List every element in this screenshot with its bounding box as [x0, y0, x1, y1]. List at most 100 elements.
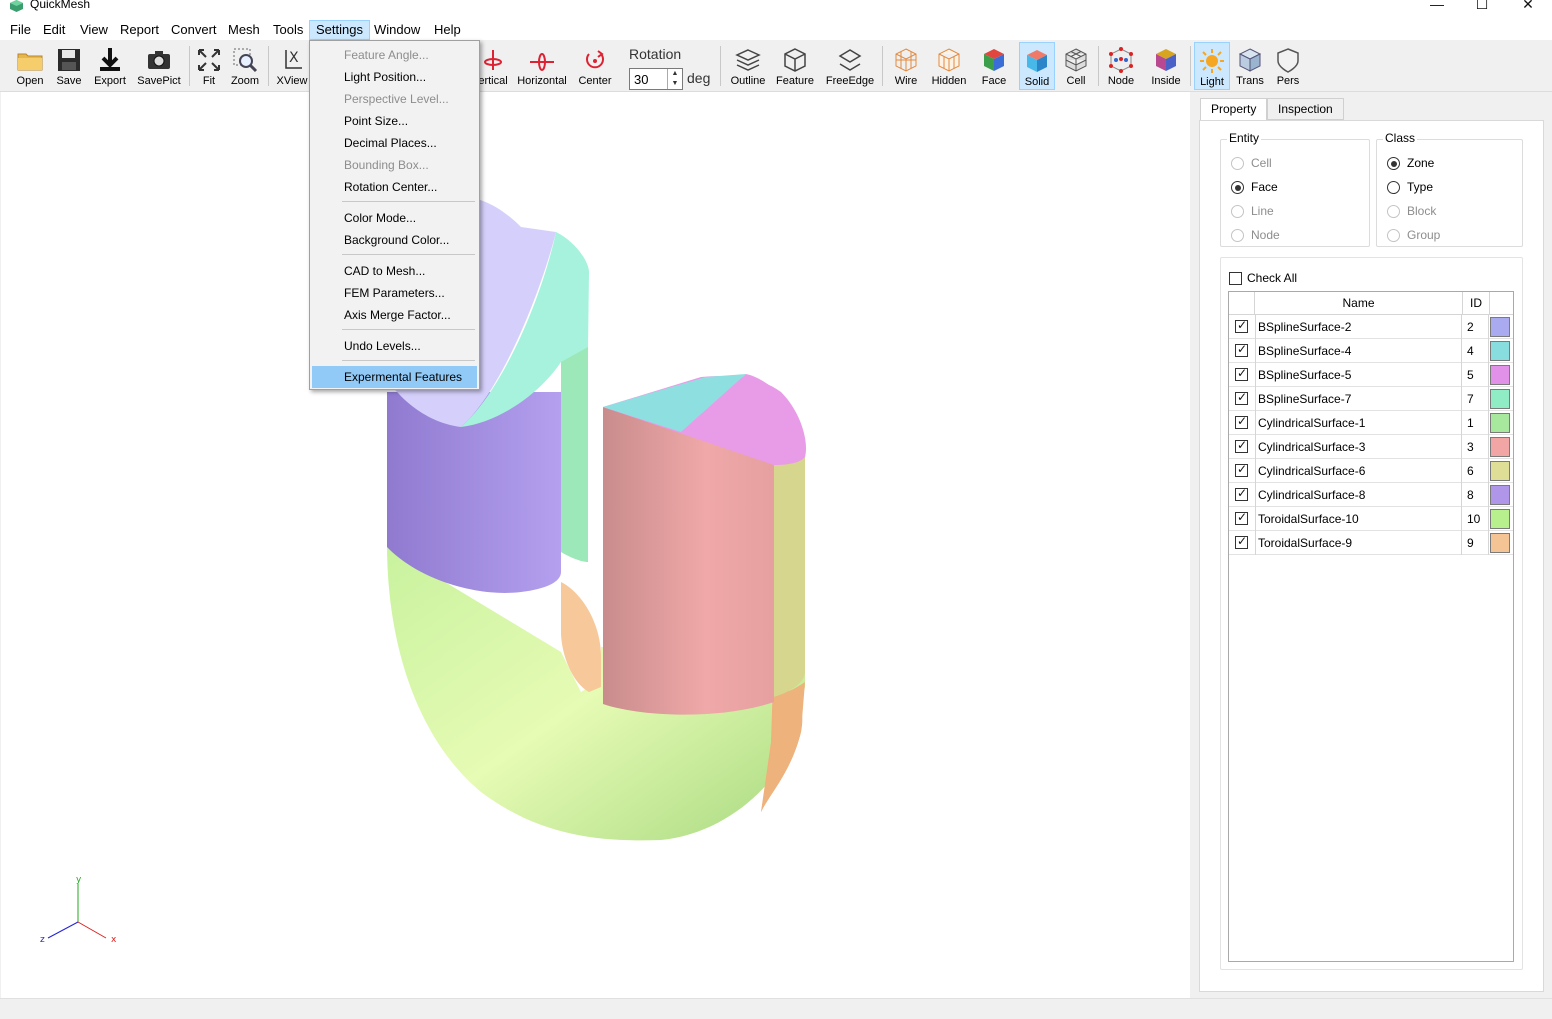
menu-item-light-position[interactable]: Light Position...: [312, 66, 477, 88]
table-row[interactable]: ToroidalSurface-99: [1229, 531, 1513, 555]
row-name: CylindricalSurface-3: [1255, 435, 1462, 459]
maximize-button[interactable]: ☐: [1459, 0, 1505, 16]
row-color-swatch[interactable]: [1490, 533, 1510, 553]
table-row[interactable]: BSplineSurface-77: [1229, 387, 1513, 411]
row-color-swatch[interactable]: [1490, 461, 1510, 481]
row-color-swatch[interactable]: [1490, 317, 1510, 337]
save-button[interactable]: Save: [50, 42, 88, 90]
row-checkbox[interactable]: [1235, 390, 1248, 405]
open-button[interactable]: Open: [10, 42, 50, 90]
pipe-bend-model[interactable]: [1, 92, 1190, 998]
row-checkbox[interactable]: [1235, 366, 1248, 381]
row-color-swatch[interactable]: [1490, 437, 1510, 457]
toolbar: Open Save Export SavePict Fit Zoom X XVi…: [0, 40, 1552, 92]
menu-item-axis-merge-factor[interactable]: Axis Merge Factor...: [312, 304, 477, 326]
axis-triad: y x z: [40, 875, 117, 945]
freeedge-button[interactable]: FreeEdge: [822, 42, 878, 90]
menu-item-experimental-features[interactable]: Expermental Features: [312, 366, 477, 388]
menu-edit[interactable]: Edit: [37, 20, 71, 40]
table-row[interactable]: CylindricalSurface-66: [1229, 459, 1513, 483]
menu-item-color-mode[interactable]: Color Mode...: [312, 207, 477, 229]
row-checkbox[interactable]: [1235, 342, 1248, 357]
menu-item-point-size[interactable]: Point Size...: [312, 110, 477, 132]
solid-button[interactable]: Solid: [1019, 42, 1055, 90]
table-row[interactable]: BSplineSurface-44: [1229, 339, 1513, 363]
table-row[interactable]: BSplineSurface-22: [1229, 315, 1513, 339]
header-name[interactable]: Name: [1255, 292, 1463, 315]
table-row[interactable]: CylindricalSurface-33: [1229, 435, 1513, 459]
feature-button[interactable]: Feature: [772, 42, 818, 90]
tab-inspection[interactable]: Inspection: [1267, 98, 1344, 120]
row-color-swatch[interactable]: [1490, 341, 1510, 361]
menu-item-cad-to-mesh[interactable]: CAD to Mesh...: [312, 260, 477, 282]
toolbar-separator: [268, 46, 269, 86]
export-button[interactable]: Export: [88, 42, 132, 90]
menu-item-decimal-places[interactable]: Decimal Places...: [312, 132, 477, 154]
menu-report[interactable]: Report: [114, 20, 165, 40]
row-checkbox[interactable]: [1235, 414, 1248, 429]
row-checkbox[interactable]: [1235, 462, 1248, 477]
menu-item-feature-angle: Feature Angle...: [344, 48, 429, 62]
minimize-button[interactable]: —: [1414, 0, 1460, 16]
table-row[interactable]: BSplineSurface-55: [1229, 363, 1513, 387]
cell-button[interactable]: Cell: [1058, 42, 1094, 90]
menu-mesh[interactable]: Mesh: [222, 20, 266, 40]
fit-button[interactable]: Fit: [194, 42, 224, 90]
row-name: ToroidalSurface-10: [1255, 507, 1462, 531]
hidden-button[interactable]: Hidden: [928, 42, 970, 90]
row-color-swatch[interactable]: [1490, 485, 1510, 505]
3d-viewport[interactable]: y x z: [1, 92, 1190, 998]
header-id[interactable]: ID: [1463, 292, 1490, 315]
node-button[interactable]: Node: [1102, 42, 1140, 90]
node-points-icon: [1109, 47, 1133, 73]
menu-file[interactable]: File: [4, 20, 37, 40]
row-checkbox[interactable]: [1235, 534, 1248, 549]
table-row[interactable]: CylindricalSurface-88: [1229, 483, 1513, 507]
row-id: 9: [1463, 531, 1489, 555]
row-name: ToroidalSurface-9: [1255, 531, 1462, 555]
status-bar: [0, 998, 1552, 1019]
row-checkbox[interactable]: [1235, 438, 1248, 453]
window-title: QuickMesh: [30, 0, 91, 11]
zoom-button[interactable]: Zoom: [228, 42, 262, 90]
row-color-swatch[interactable]: [1490, 389, 1510, 409]
row-checkbox[interactable]: [1235, 486, 1248, 501]
menu-separator: [342, 329, 475, 330]
pers-button[interactable]: Pers: [1270, 42, 1306, 90]
row-color-swatch[interactable]: [1490, 365, 1510, 385]
menu-view[interactable]: View: [74, 20, 114, 40]
trans-button[interactable]: Trans: [1232, 42, 1268, 90]
menu-help[interactable]: Help: [428, 20, 467, 40]
menu-tools[interactable]: Tools: [267, 20, 309, 40]
menu-convert[interactable]: Convert: [165, 20, 223, 40]
close-button[interactable]: ✕: [1505, 0, 1551, 16]
wire-button[interactable]: Wire: [888, 42, 924, 90]
center-rotate-button[interactable]: Center: [574, 42, 616, 90]
menu-settings[interactable]: Settings: [309, 20, 370, 40]
menu-item-undo-levels[interactable]: Undo Levels...: [312, 335, 477, 357]
row-name: BSplineSurface-4: [1255, 339, 1462, 363]
row-color-swatch[interactable]: [1490, 413, 1510, 433]
menu-window[interactable]: Window: [368, 20, 426, 40]
tab-property[interactable]: Property: [1200, 98, 1268, 121]
menu-item-background-color[interactable]: Background Color...: [312, 229, 477, 251]
outline-button[interactable]: Outline: [726, 42, 770, 90]
xview-button[interactable]: X XView: [274, 42, 310, 90]
property-panel: Property Inspection Entity Cell Face Lin…: [1190, 92, 1552, 998]
inside-button[interactable]: Inside: [1146, 42, 1186, 90]
face-button[interactable]: Face: [974, 42, 1014, 90]
row-color-swatch[interactable]: [1490, 509, 1510, 529]
light-button[interactable]: Light: [1194, 42, 1230, 90]
row-checkbox[interactable]: [1235, 318, 1248, 333]
row-checkbox[interactable]: [1235, 510, 1248, 525]
menu-item-fem-parameters[interactable]: FEM Parameters...: [312, 282, 477, 304]
horizontal-rotate-button[interactable]: Horizontal: [514, 42, 570, 90]
table-row[interactable]: ToroidalSurface-1010: [1229, 507, 1513, 531]
vertical-rotate-button[interactable]: ertical: [476, 42, 510, 90]
toolbar-separator: [1098, 46, 1099, 86]
savepict-button[interactable]: SavePict: [136, 42, 182, 90]
rotation-spinner[interactable]: ▲ ▼: [667, 69, 682, 89]
wireframe-cube-icon: [895, 48, 917, 72]
menu-item-rotation-center[interactable]: Rotation Center...: [312, 176, 477, 198]
table-row[interactable]: CylindricalSurface-11: [1229, 411, 1513, 435]
